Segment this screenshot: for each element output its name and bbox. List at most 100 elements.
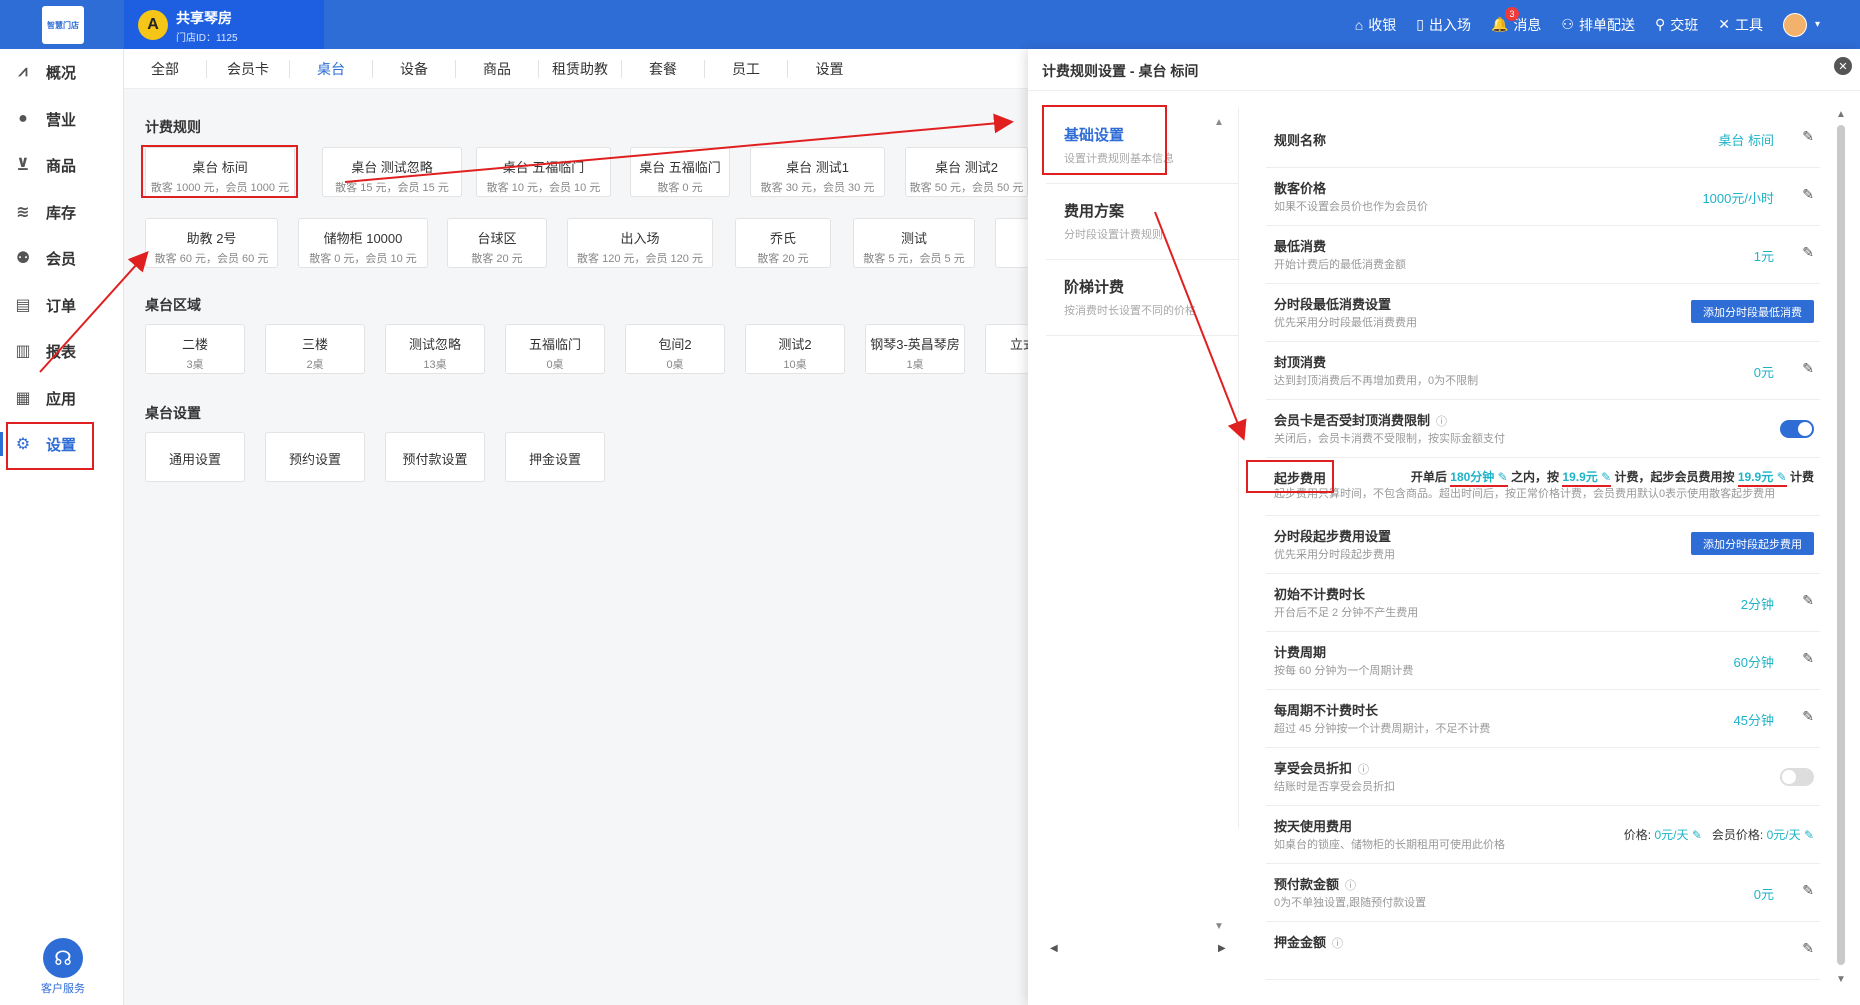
store-id: 门店ID：1125 xyxy=(176,33,238,44)
sidebar-item-members[interactable]: ⚉ 会员 xyxy=(0,238,124,278)
tab-all[interactable]: 全部 xyxy=(124,59,207,78)
tab-member-card[interactable]: 会员卡 xyxy=(207,59,290,78)
start-fee-price-link[interactable]: 19.9元 ✎ xyxy=(1562,470,1612,487)
billing-card[interactable]: 出入场 散客 120 元，会员 120 元 xyxy=(567,218,713,268)
content-scrollbar[interactable]: ▲ ▼ xyxy=(1836,109,1846,999)
tool-label: 出入场 xyxy=(1428,16,1471,33)
tool-schedule[interactable]: ⚇ 排单配送 xyxy=(1561,15,1635,35)
tool-label: 排单配送 xyxy=(1578,16,1635,33)
pencil-icon: ✎ xyxy=(1497,470,1508,484)
scroll-left-icon[interactable]: ◀ xyxy=(1050,943,1058,954)
area-card[interactable]: 三楼 2桌 xyxy=(265,324,365,374)
tab-table[interactable]: 桌台 xyxy=(290,59,373,78)
table-area-title: 桌台区域 xyxy=(145,297,201,313)
billing-card[interactable]: 桌台 测试2 散客 50 元，会员 50 元 xyxy=(905,147,1028,197)
sidebar-item-overview[interactable]: ⩘ 概况 xyxy=(0,52,124,92)
edit-icon[interactable]: ✎ xyxy=(1802,592,1814,609)
billing-card[interactable]: 桌台 测试忽略 散客 15 元，会员 15 元 xyxy=(322,147,462,197)
area-card[interactable]: 包间2 0桌 xyxy=(625,324,725,374)
sidebar-item-apps[interactable]: ▦ 应用 xyxy=(0,378,124,418)
edit-icon[interactable]: ✎ xyxy=(1802,650,1814,667)
edit-icon[interactable]: ✎ xyxy=(1802,708,1814,725)
tab-staff[interactable]: 员工 xyxy=(705,59,788,78)
info-icon[interactable]: ⓘ xyxy=(1436,416,1447,428)
billing-card[interactable]: 乔氏 散客 20 元 xyxy=(735,218,831,268)
start-fee-member-price-link[interactable]: 19.9元 ✎ xyxy=(1737,470,1787,487)
setting-card-reservation[interactable]: 预约设置 xyxy=(265,432,365,482)
chevron-down-icon[interactable]: ▾ xyxy=(1815,19,1820,30)
scroll-up-icon[interactable]: ▲ xyxy=(1836,109,1846,120)
tab-package[interactable]: 套餐 xyxy=(622,59,705,78)
edit-icon[interactable]: ✎ xyxy=(1802,940,1814,957)
billing-card[interactable] xyxy=(995,218,1028,268)
nav-scroll-down-icon[interactable]: ▼ xyxy=(1214,921,1224,932)
billing-card[interactable]: 桌台 测试1 散客 30 元，会员 30 元 xyxy=(750,147,885,197)
area-card[interactable]: 二楼 3桌 xyxy=(145,324,245,374)
daily-price-link[interactable]: 0元/天 ✎ xyxy=(1654,828,1701,842)
billing-card[interactable]: 桌台 五福临门 散客 0 元 xyxy=(630,147,730,197)
nav-scroll-up-icon[interactable]: ▲ xyxy=(1214,117,1224,128)
area-card[interactable]: 测试2 10桌 xyxy=(745,324,845,374)
pencil-icon: ✎ xyxy=(1776,470,1787,484)
tab-settings[interactable]: 设置 xyxy=(788,60,871,78)
start-fee-minutes-link[interactable]: 180分钟 ✎ xyxy=(1450,470,1508,487)
edit-icon[interactable]: ✎ xyxy=(1802,128,1814,145)
info-icon[interactable]: ⓘ xyxy=(1332,938,1343,950)
user-avatar[interactable] xyxy=(1782,12,1807,37)
tab-device[interactable]: 设备 xyxy=(373,59,456,78)
start-fee-member-price: 19.9元 xyxy=(1737,470,1774,484)
scroll-right-icon[interactable]: ▶ xyxy=(1218,943,1226,954)
info-icon[interactable]: ⓘ xyxy=(1345,880,1356,892)
tool-messages[interactable]: 🔔 3 消息 xyxy=(1491,6,1541,35)
card-title: 桌台 测试忽略 xyxy=(351,160,433,175)
sidebar-item-inventory[interactable]: ≋ 库存 xyxy=(0,192,124,232)
area-card[interactable]: 立式 xyxy=(985,324,1028,374)
sidebar-item-business[interactable]: ● 营业 xyxy=(0,99,124,139)
row-start-fee: 起步费用 开单后 180分钟 ✎ 之内，按 19.9元 ✎ 计费，起步会员费用按… xyxy=(1266,458,1820,516)
edit-icon[interactable]: ✎ xyxy=(1802,882,1814,899)
sidebar-item-orders[interactable]: ▤ 订单 xyxy=(0,285,124,325)
nav-fee-plan[interactable]: 费用方案 分时段设置计费规则 xyxy=(1046,184,1239,260)
member-cap-toggle[interactable] xyxy=(1780,420,1814,438)
customer-service[interactable]: ☊ 客户服务 xyxy=(36,938,90,996)
top-bar: 智慧门店 A 共享琴房 门店ID：1125 ⌂ 收银 ▯ 出入场 🔔 3 消息 ⚇ 排单配… xyxy=(0,0,1860,49)
sidebar-item-reports[interactable]: ▥ 报表 xyxy=(0,331,124,371)
billing-card[interactable]: 助教 2号 散客 60 元，会员 60 元 xyxy=(145,218,278,268)
tool-cashier[interactable]: ⌂ 收银 xyxy=(1355,15,1396,35)
member-discount-toggle[interactable] xyxy=(1780,768,1814,786)
sidebar-item-goods[interactable]: ⊻ 商品 xyxy=(0,145,124,185)
app-logo[interactable]: 智慧门店 xyxy=(42,6,84,44)
nav-horizontal-scrollbar[interactable]: ◀ ▶ xyxy=(1050,943,1235,957)
tool-entry-exit[interactable]: ▯ 出入场 xyxy=(1416,15,1471,35)
tool-handover[interactable]: ⚲ 交班 xyxy=(1655,15,1698,35)
scroll-down-icon[interactable]: ▼ xyxy=(1836,974,1846,985)
edit-icon[interactable]: ✎ xyxy=(1802,360,1814,377)
billing-rule-drawer: 计费规则设置 - 桌台 标间 ✕ 基础设置 设置计费规则基本信息 费用方案 分时段设… xyxy=(1028,49,1860,1005)
billing-card[interactable]: 桌台 五福临门 散客 10 元，会员 10 元 xyxy=(476,147,611,197)
row-subtitle: 开始计费后的最低消费金额 xyxy=(1274,259,1406,271)
tab-rental-coach[interactable]: 租赁助教 xyxy=(539,59,622,78)
tool-tools[interactable]: ✕ 工具 xyxy=(1718,15,1763,35)
area-card[interactable]: 五福临门 0桌 xyxy=(505,324,605,374)
area-card[interactable]: 钢琴3-英昌琴房 1桌 xyxy=(865,324,965,374)
billing-card[interactable]: 台球区 散客 20 元 xyxy=(447,218,547,268)
setting-card-prepay[interactable]: 预付款设置 xyxy=(385,432,485,482)
billing-card[interactable]: 储物柜 10000 散客 0 元，会员 10 元 xyxy=(298,218,428,268)
nav-tiered-billing[interactable]: 阶梯计费 按消费时长设置不同的价格 xyxy=(1046,260,1239,336)
area-card[interactable]: 测试忽略 13桌 xyxy=(385,324,485,374)
billing-card[interactable]: 测试 散客 5 元，会员 5 元 xyxy=(853,218,975,268)
sidebar-item-label: 概况 xyxy=(46,64,77,82)
tab-goods[interactable]: 商品 xyxy=(456,59,539,78)
add-period-start-fee-button[interactable]: 添加分时段起步费用 xyxy=(1691,532,1814,555)
edit-icon[interactable]: ✎ xyxy=(1802,244,1814,261)
card-title: 立式 xyxy=(1010,337,1028,352)
info-icon[interactable]: ⓘ xyxy=(1358,764,1369,776)
setting-card-deposit[interactable]: 押金设置 xyxy=(505,432,605,482)
store-switcher[interactable]: A 共享琴房 门店ID：1125 xyxy=(124,0,324,49)
scrollbar-thumb[interactable] xyxy=(1837,125,1845,965)
close-icon[interactable]: ✕ xyxy=(1834,57,1852,75)
daily-member-price-link[interactable]: 0元/天 ✎ xyxy=(1767,828,1814,842)
add-period-min-consumption-button[interactable]: 添加分时段最低消费 xyxy=(1691,300,1814,323)
setting-card-general[interactable]: 通用设置 xyxy=(145,432,245,482)
edit-icon[interactable]: ✎ xyxy=(1802,186,1814,203)
